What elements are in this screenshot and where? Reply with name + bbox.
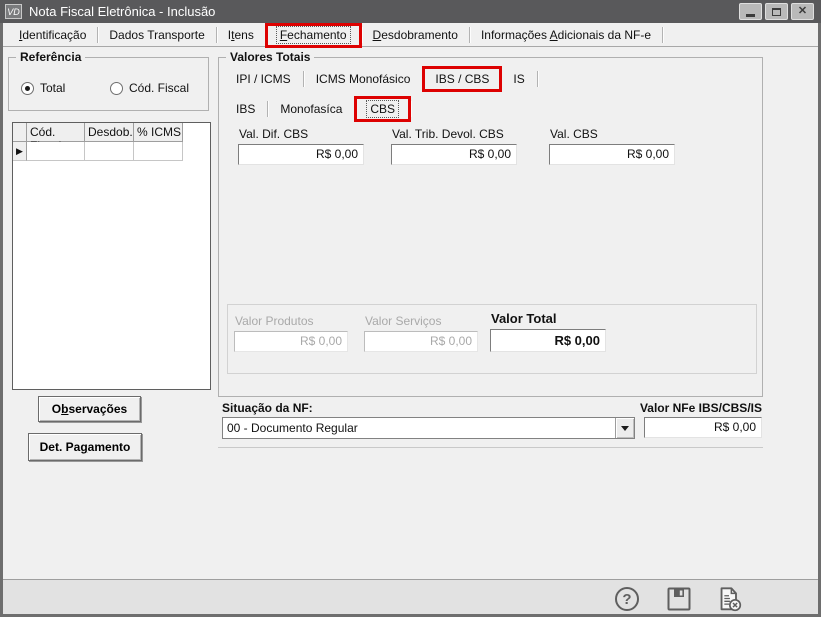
- grid-indicator-header: [13, 123, 27, 142]
- tab-identificacao[interactable]: Identificação: [8, 23, 97, 47]
- val-dif-cbs-label: Val. Dif. CBS: [238, 127, 364, 141]
- radio-unselected-icon: [110, 82, 123, 95]
- minimize-button[interactable]: [739, 3, 762, 20]
- help-button[interactable]: ?: [613, 585, 641, 613]
- situacao-select[interactable]: 00 - Documento Regular: [222, 417, 635, 439]
- grid-column-cod-fiscal: Cód. Fiscal: [27, 123, 85, 142]
- grid-cell[interactable]: [27, 142, 85, 161]
- tab-ibs-cbs[interactable]: IBS / CBS: [423, 66, 501, 91]
- close-button[interactable]: ✕: [791, 3, 814, 20]
- maximize-icon: [772, 8, 781, 16]
- radio-total-label: Total: [40, 81, 65, 95]
- minimize-icon: [746, 14, 755, 17]
- tab-separator: [662, 27, 663, 43]
- valor-nfe-label: Valor NFe IBS/CBS/IS: [624, 401, 762, 415]
- grid-column-desdob: Desdob.: [85, 123, 134, 142]
- help-icon: ?: [615, 587, 639, 611]
- reference-grid[interactable]: Cód. Fiscal Desdob. % ICMS ▶: [12, 122, 211, 390]
- window-title: Nota Fiscal Eletrônica - Inclusão: [29, 4, 215, 19]
- tab-desdobramento[interactable]: Desdobramento: [362, 23, 469, 47]
- window-border: [0, 23, 3, 617]
- val-trib-devol-cbs-field[interactable]: R$ 0,00: [391, 144, 517, 165]
- tab-separator: [410, 101, 411, 117]
- valor-total-label: Valor Total: [490, 311, 606, 326]
- valores-totais-legend: Valores Totais: [226, 50, 314, 64]
- val-cbs-label: Val. CBS: [549, 127, 675, 141]
- row-pointer-icon: ▶: [16, 146, 23, 157]
- referencia-legend: Referência: [16, 50, 85, 64]
- valor-produtos-label: Valor Produtos: [234, 314, 348, 328]
- cancel-document-icon: [715, 585, 743, 613]
- app-icon: VD: [5, 4, 22, 19]
- titlebar: VD Nota Fiscal Eletrônica - Inclusão ✕: [0, 0, 821, 23]
- val-trib-devol-cbs-label: Val. Trib. Devol. CBS: [391, 127, 517, 141]
- tab-icms-monofasico[interactable]: ICMS Monofásico: [304, 66, 423, 91]
- tab-separator: [537, 71, 538, 87]
- maximize-button[interactable]: [765, 3, 788, 20]
- tab-monofasica[interactable]: Monofasíca: [268, 96, 354, 121]
- valor-produtos-field: R$ 0,00: [234, 331, 348, 352]
- val-cbs-field[interactable]: R$ 0,00: [549, 144, 675, 165]
- combo-dropdown-button[interactable]: [615, 418, 634, 438]
- tab-dados-transporte[interactable]: Dados Transporte: [98, 23, 215, 47]
- divider: [218, 447, 763, 448]
- val-dif-cbs-field[interactable]: R$ 0,00: [238, 144, 364, 165]
- cancel-document-button[interactable]: [715, 585, 743, 613]
- bottom-toolbar: [3, 579, 818, 614]
- save-icon: [665, 585, 693, 613]
- grid-cell[interactable]: [134, 142, 183, 161]
- tab-fechamento[interactable]: Fechamento: [266, 23, 361, 47]
- totals-panel: Valor Produtos R$ 0,00 Valor Serviços R$…: [227, 304, 757, 374]
- tab-informacoes-adicionais[interactable]: Informações Adicionais da NF-e: [470, 23, 662, 47]
- tab-itens[interactable]: Itens: [217, 23, 265, 47]
- main-tabbar: Identificação Dados Transporte Itens Fec…: [3, 23, 818, 47]
- radio-cod-fiscal-label: Cód. Fiscal: [129, 81, 189, 95]
- grid-row[interactable]: ▶: [13, 142, 210, 161]
- grid-column-icms: % ICMS: [134, 123, 183, 142]
- close-icon: ✕: [798, 6, 807, 17]
- tab-ipi-icms[interactable]: IPI / ICMS: [224, 66, 303, 91]
- ibs-cbs-sub-tabbar: IBS Monofasíca CBS: [224, 96, 411, 121]
- save-button[interactable]: [665, 585, 693, 613]
- observacoes-button[interactable]: Observações: [38, 396, 141, 422]
- tab-ibs[interactable]: IBS: [224, 96, 267, 121]
- tab-is[interactable]: IS: [501, 66, 536, 91]
- situacao-label: Situação da NF:: [222, 401, 313, 415]
- tax-tabbar: IPI / ICMS ICMS Monofásico IBS / CBS IS: [224, 66, 538, 91]
- referencia-groupbox: Referência Total Cód. Fiscal: [8, 57, 209, 111]
- radio-total[interactable]: Total: [21, 81, 65, 95]
- nfe-window: VD Nota Fiscal Eletrônica - Inclusão ✕ I…: [0, 0, 821, 617]
- det-pagamento-button[interactable]: Det. Pagamento: [28, 433, 142, 461]
- grid-cell[interactable]: [85, 142, 134, 161]
- tab-cbs[interactable]: CBS: [355, 96, 410, 121]
- grid-header: Cód. Fiscal Desdob. % ICMS: [13, 123, 210, 142]
- situacao-selected-option: 00 - Documento Regular: [223, 418, 615, 438]
- valor-servicos-field: R$ 0,00: [364, 331, 478, 352]
- valores-totais-groupbox: Valores Totais IPI / ICMS ICMS Monofásic…: [218, 57, 763, 397]
- radio-cod-fiscal[interactable]: Cód. Fiscal: [110, 81, 189, 95]
- valor-servicos-label: Valor Serviços: [364, 314, 478, 328]
- valor-total-field: R$ 0,00: [490, 329, 606, 352]
- valor-nfe-field[interactable]: R$ 0,00: [644, 417, 762, 438]
- radio-selected-icon: [21, 82, 34, 95]
- current-row-indicator: ▶: [13, 142, 27, 161]
- chevron-down-icon: [621, 426, 629, 431]
